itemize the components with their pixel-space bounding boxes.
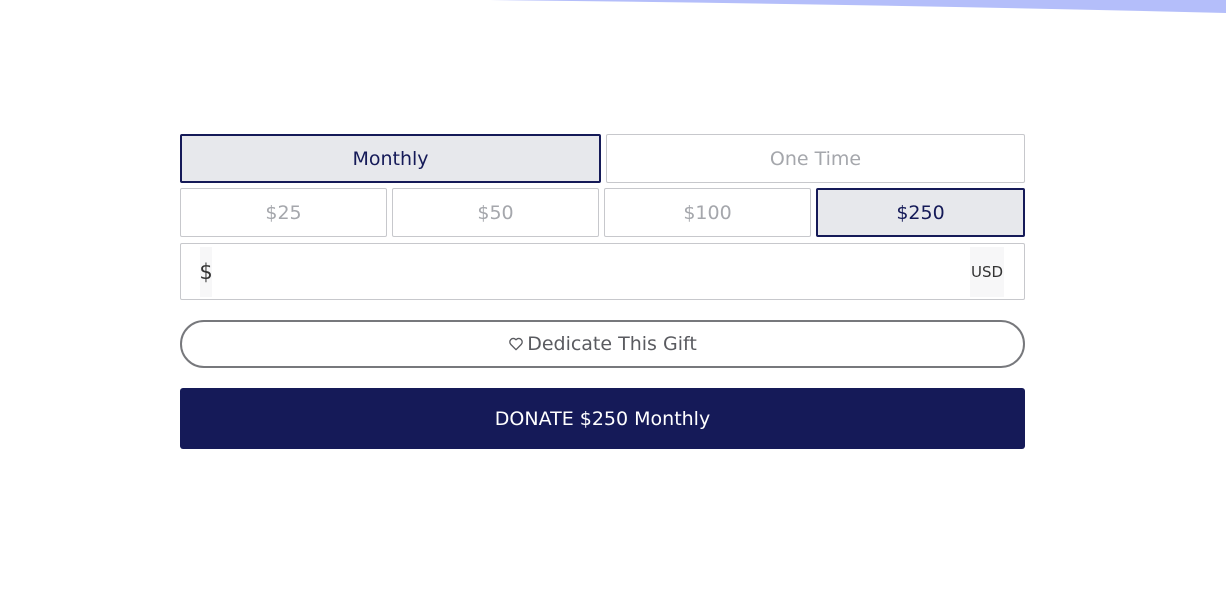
donate-button[interactable]: DONATE $250 Monthly	[180, 388, 1025, 449]
amount-50-button[interactable]: $50	[392, 188, 599, 237]
amount-250-button[interactable]: $250	[816, 188, 1025, 237]
dedicate-gift-button[interactable]: Dedicate This Gift	[180, 320, 1025, 368]
frequency-monthly-button[interactable]: Monthly	[180, 134, 601, 183]
amount-100-button[interactable]: $100	[604, 188, 811, 237]
custom-amount-input[interactable]	[212, 246, 970, 297]
amount-selector: $25 $50 $100 $250	[180, 188, 1025, 237]
donation-page: Monthly One Time $25 $50 $100 $250 $ USD…	[0, 0, 1226, 612]
heart-outline-icon	[508, 336, 524, 352]
currency-code: USD	[970, 246, 1004, 297]
donation-form: Monthly One Time $25 $50 $100 $250 $ USD…	[180, 134, 1025, 449]
top-decoration-shape	[490, 0, 1226, 13]
custom-amount-field: $ USD	[180, 243, 1025, 300]
currency-symbol: $	[199, 246, 213, 297]
frequency-one-time-button[interactable]: One Time	[606, 134, 1025, 183]
amount-25-button[interactable]: $25	[180, 188, 387, 237]
frequency-selector: Monthly One Time	[180, 134, 1025, 183]
dedicate-gift-label: Dedicate This Gift	[527, 333, 697, 355]
